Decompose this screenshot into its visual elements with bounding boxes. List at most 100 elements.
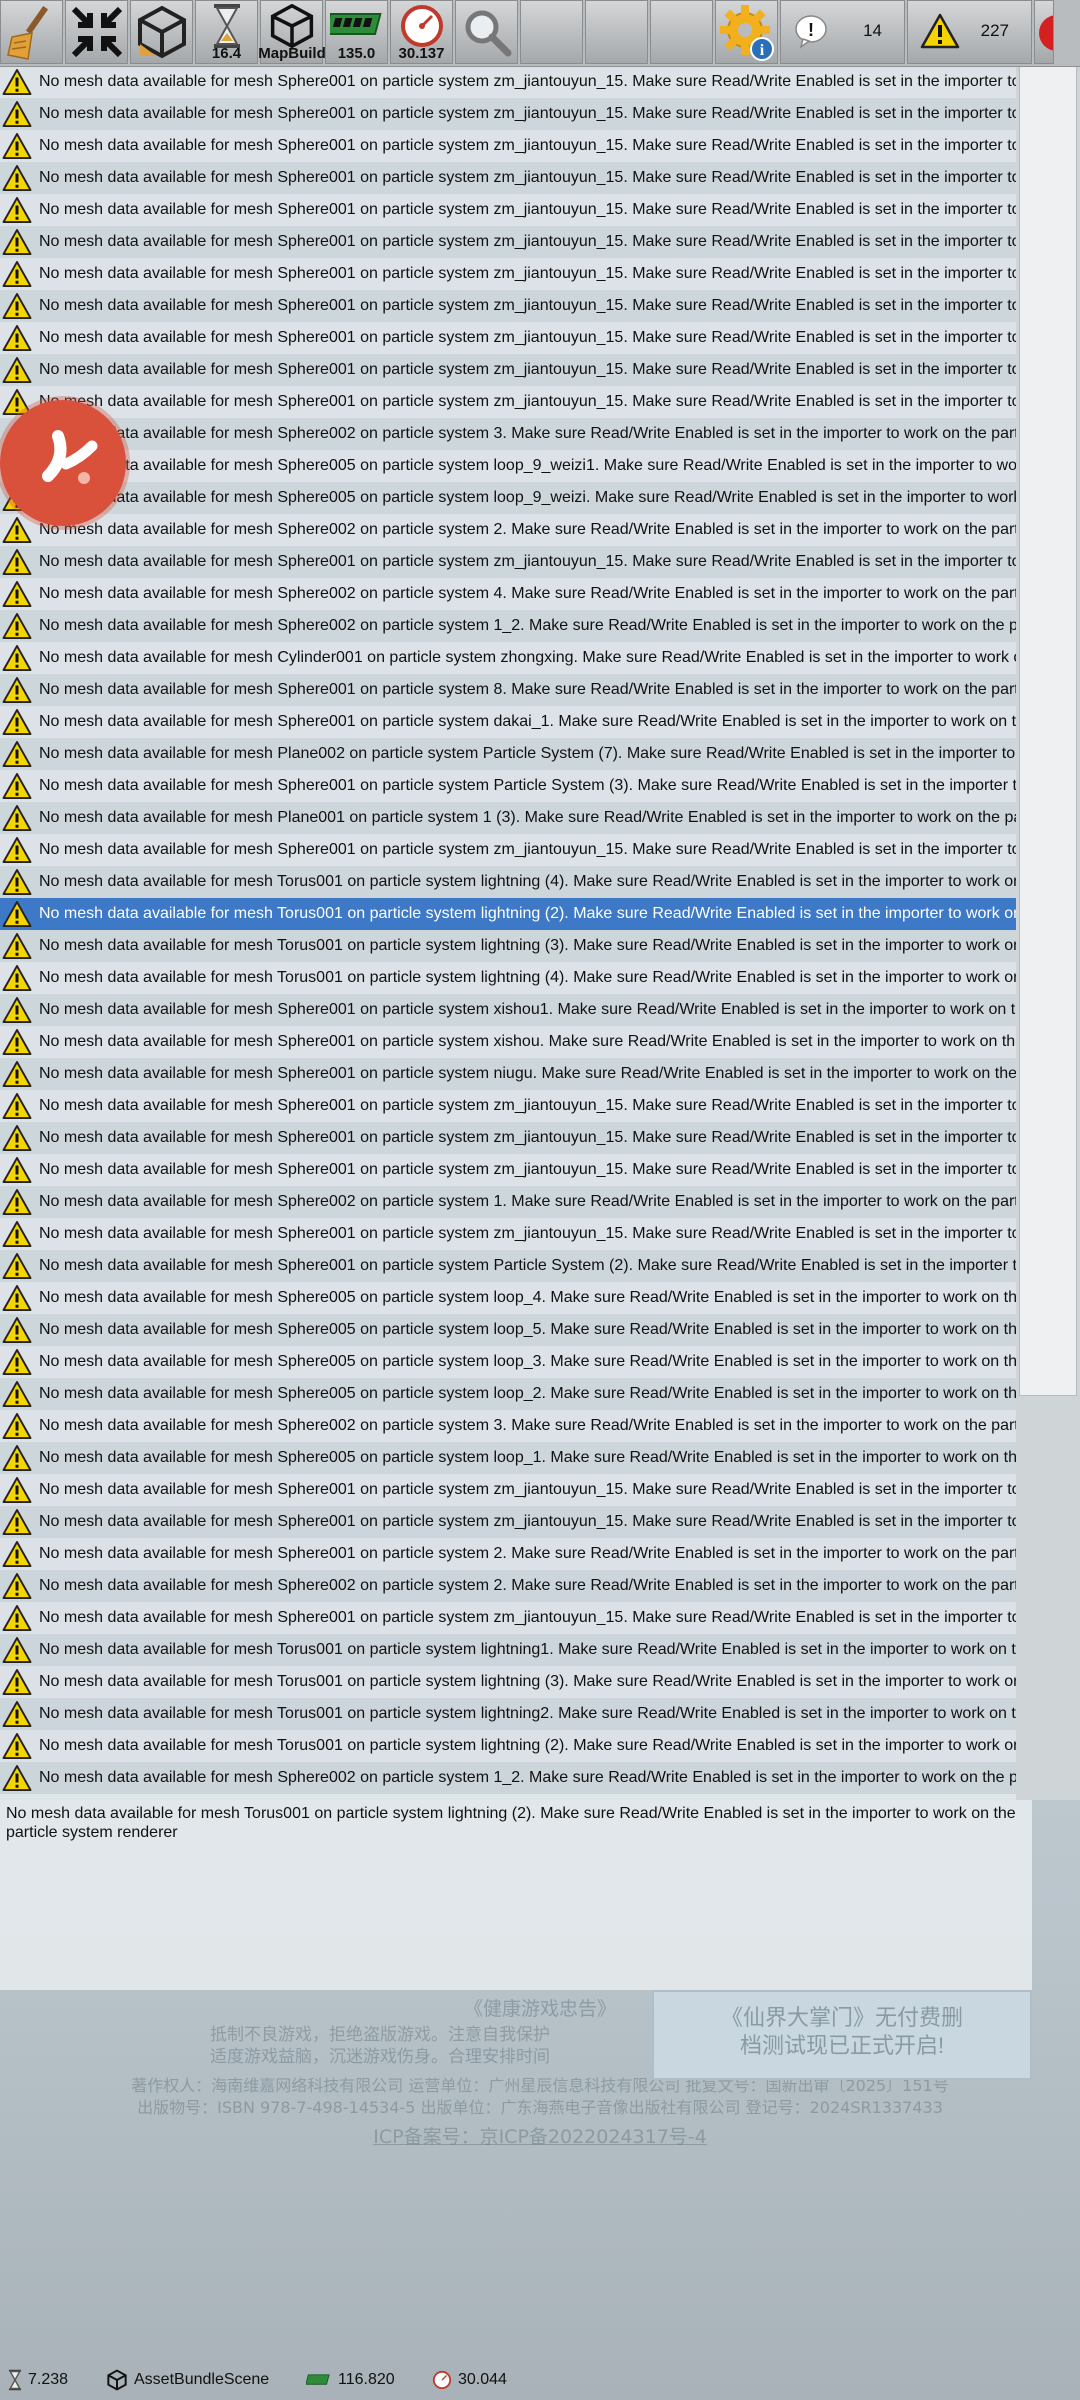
warning-triangle-icon	[2, 1605, 32, 1631]
memory-button[interactable]: 135.0	[325, 0, 388, 64]
log-entry[interactable]: No mesh data available for mesh Sphere00…	[0, 994, 1016, 1026]
warning-triangle-icon	[2, 741, 32, 767]
log-entry[interactable]: No mesh data available for mesh Sphere00…	[0, 1474, 1016, 1506]
log-entry-text: No mesh data available for mesh Sphere00…	[39, 1769, 1016, 1786]
log-entry[interactable]: No mesh data available for mesh Torus001…	[0, 866, 1016, 898]
info-bubble-icon: !	[795, 15, 827, 49]
log-entry[interactable]: No mesh data available for mesh Torus001…	[0, 1634, 1016, 1666]
toolbar-blank-button-3[interactable]	[650, 0, 713, 64]
warning-triangle-icon	[2, 165, 32, 191]
log-entry[interactable]: No mesh data available for mesh Sphere00…	[0, 674, 1016, 706]
toolbar-blank-button-2[interactable]	[585, 0, 648, 64]
memory-chip-icon	[329, 13, 382, 35]
log-entry[interactable]: No mesh data available for mesh Sphere00…	[0, 1410, 1016, 1442]
log-entry[interactable]: No mesh data available for mesh Sphere00…	[0, 386, 1016, 418]
warning-triangle-icon	[2, 677, 32, 703]
log-entry[interactable]: No mesh data available for mesh Sphere00…	[0, 1346, 1016, 1378]
log-entry-text: No mesh data available for mesh Sphere00…	[39, 1001, 1016, 1018]
search-button[interactable]	[455, 0, 518, 64]
error-filter-toggle[interactable]	[1034, 0, 1054, 64]
log-entry[interactable]: No mesh data available for mesh Sphere00…	[0, 770, 1016, 802]
info-filter-toggle[interactable]: ! 14	[780, 0, 905, 64]
warning-triangle-icon	[2, 1445, 32, 1471]
log-entry-text: No mesh data available for mesh Sphere00…	[39, 1513, 1016, 1530]
warning-triangle-icon	[2, 69, 32, 95]
log-entry[interactable]: No mesh data available for mesh Torus001…	[0, 1666, 1016, 1698]
log-entry[interactable]: No mesh data available for mesh Sphere00…	[0, 290, 1016, 322]
fps-button[interactable]: 30.137	[390, 0, 453, 64]
log-entry[interactable]: No mesh data available for mesh Sphere00…	[0, 610, 1016, 642]
log-scrollbar-thumb[interactable]	[1019, 66, 1077, 1396]
log-entry[interactable]: No mesh data available for mesh Sphere00…	[0, 354, 1016, 386]
log-entry[interactable]: No mesh data available for mesh Sphere00…	[0, 98, 1016, 130]
log-entry[interactable]: No mesh data available for mesh Sphere00…	[0, 1186, 1016, 1218]
log-entry[interactable]: No mesh data available for mesh Sphere00…	[0, 1314, 1016, 1346]
warning-triangle-icon	[2, 581, 32, 607]
log-entry[interactable]: No mesh data available for mesh Sphere00…	[0, 706, 1016, 738]
log-entry[interactable]: No mesh data available for mesh Sphere00…	[0, 1282, 1016, 1314]
log-list[interactable]: No mesh data available for mesh Sphere00…	[0, 66, 1016, 1800]
log-entry-selected[interactable]: No mesh data available for mesh Torus001…	[0, 898, 1016, 930]
log-entry[interactable]: No mesh data available for mesh Plane002…	[0, 738, 1016, 770]
log-entry[interactable]: No mesh data available for mesh Sphere00…	[0, 482, 1016, 514]
icp-link[interactable]: ICP备案号：京ICP备2022024317号-4	[0, 2122, 1080, 2149]
log-entry[interactable]: No mesh data available for mesh Sphere00…	[0, 1026, 1016, 1058]
log-entry[interactable]: No mesh data available for mesh Sphere00…	[0, 450, 1016, 482]
warning-triangle-icon	[2, 1509, 32, 1535]
log-entry[interactable]: No mesh data available for mesh Sphere00…	[0, 322, 1016, 354]
status-time: 7.238	[8, 2369, 68, 2391]
log-entry-text: No mesh data available for mesh Sphere00…	[39, 393, 1016, 410]
warning-triangle-icon	[2, 805, 32, 831]
warning-triangle-icon	[2, 773, 32, 799]
log-entry[interactable]: No mesh data available for mesh Sphere00…	[0, 194, 1016, 226]
log-entry[interactable]: No mesh data available for mesh Sphere00…	[0, 1538, 1016, 1570]
log-entry[interactable]: No mesh data available for mesh Sphere00…	[0, 578, 1016, 610]
log-entry-text: No mesh data available for mesh Sphere00…	[39, 1481, 1016, 1498]
log-entry[interactable]: No mesh data available for mesh Torus001…	[0, 1698, 1016, 1730]
status-scene: AssetBundleScene	[106, 2369, 269, 2391]
log-entry[interactable]: No mesh data available for mesh Sphere00…	[0, 1506, 1016, 1538]
log-entry-text: No mesh data available for mesh Sphere00…	[39, 841, 1016, 858]
toolbar-blank-button-1[interactable]	[520, 0, 583, 64]
log-entry[interactable]: No mesh data available for mesh Plane001…	[0, 802, 1016, 834]
unity-log-button[interactable]	[130, 0, 193, 64]
time-button[interactable]: 16.4	[195, 0, 258, 64]
log-entry[interactable]: No mesh data available for mesh Sphere00…	[0, 514, 1016, 546]
clear-log-button[interactable]	[0, 0, 63, 64]
log-entry[interactable]: No mesh data available for mesh Sphere00…	[0, 1218, 1016, 1250]
log-entry[interactable]: No mesh data available for mesh Sphere00…	[0, 1090, 1016, 1122]
log-entry[interactable]: No mesh data available for mesh Sphere00…	[0, 66, 1016, 98]
settings-button[interactable]: i	[715, 0, 778, 64]
collapse-button[interactable]	[65, 0, 128, 64]
broom-icon	[6, 5, 48, 60]
log-scrollbar[interactable]	[1016, 66, 1080, 1800]
log-entry[interactable]: No mesh data available for mesh Sphere00…	[0, 834, 1016, 866]
log-entry[interactable]: No mesh data available for mesh Torus001…	[0, 1730, 1016, 1762]
log-entry[interactable]: No mesh data available for mesh Sphere00…	[0, 1250, 1016, 1282]
unity-scene-icon	[107, 2369, 127, 2391]
log-entry[interactable]: No mesh data available for mesh Sphere00…	[0, 1154, 1016, 1186]
log-entry[interactable]: No mesh data available for mesh Sphere00…	[0, 162, 1016, 194]
log-entry[interactable]: No mesh data available for mesh Cylinder…	[0, 642, 1016, 674]
floating-assist-button[interactable]	[0, 400, 126, 526]
log-entry[interactable]: No mesh data available for mesh Sphere00…	[0, 546, 1016, 578]
log-entry[interactable]: No mesh data available for mesh Sphere00…	[0, 418, 1016, 450]
magnifier-icon	[465, 10, 511, 57]
log-entry[interactable]: No mesh data available for mesh Sphere00…	[0, 1122, 1016, 1154]
log-entry[interactable]: No mesh data available for mesh Sphere00…	[0, 130, 1016, 162]
log-entry[interactable]: No mesh data available for mesh Sphere00…	[0, 1602, 1016, 1634]
log-entry[interactable]: No mesh data available for mesh Sphere00…	[0, 1570, 1016, 1602]
warning-filter-toggle[interactable]: 227	[907, 0, 1032, 64]
promo-banner[interactable]: 《仙界大掌门》无付费删 档测试现已正式开启!	[652, 1990, 1032, 2080]
log-entry[interactable]: No mesh data available for mesh Sphere00…	[0, 1442, 1016, 1474]
log-entry[interactable]: No mesh data available for mesh Sphere00…	[0, 1762, 1016, 1794]
scene-button[interactable]: MapBuild	[258, 0, 326, 64]
log-entry[interactable]: No mesh data available for mesh Sphere00…	[0, 226, 1016, 258]
log-entry[interactable]: No mesh data available for mesh Sphere00…	[0, 1378, 1016, 1410]
warning-triangle-icon	[2, 1381, 32, 1407]
log-entry[interactable]: No mesh data available for mesh Torus001…	[0, 962, 1016, 994]
log-entry-text: No mesh data available for mesh Sphere00…	[39, 617, 1016, 634]
log-entry[interactable]: No mesh data available for mesh Torus001…	[0, 930, 1016, 962]
log-entry[interactable]: No mesh data available for mesh Sphere00…	[0, 258, 1016, 290]
log-entry[interactable]: No mesh data available for mesh Sphere00…	[0, 1058, 1016, 1090]
